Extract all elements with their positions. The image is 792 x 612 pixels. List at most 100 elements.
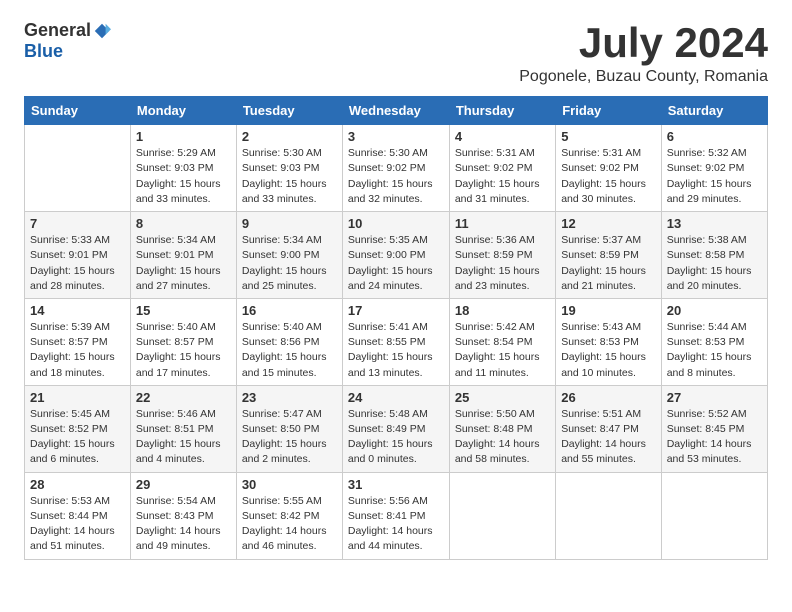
day-number: 25 bbox=[455, 390, 550, 405]
day-info: Sunrise: 5:33 AM Sunset: 9:01 PM Dayligh… bbox=[30, 233, 125, 294]
day-number: 26 bbox=[561, 390, 656, 405]
calendar-cell: 8 Sunrise: 5:34 AM Sunset: 9:01 PM Daylig… bbox=[130, 212, 236, 299]
day-info: Sunrise: 5:32 AM Sunset: 9:02 PM Dayligh… bbox=[667, 146, 762, 207]
location-title: Pogonele, Buzau County, Romania bbox=[519, 68, 768, 86]
day-number: 5 bbox=[561, 129, 656, 144]
calendar-cell: 30Sunrise: 5:55 AM Sunset: 8:42 PM Dayli… bbox=[236, 472, 342, 559]
day-number: 11 bbox=[455, 216, 550, 231]
day-info: Sunrise: 5:40 AM Sunset: 8:56 PM Dayligh… bbox=[242, 320, 337, 381]
day-info: Sunrise: 5:30 AM Sunset: 9:03 PM Dayligh… bbox=[242, 146, 337, 207]
weekday-header: Sunday bbox=[25, 97, 131, 125]
day-info: Sunrise: 5:39 AM Sunset: 8:57 PM Dayligh… bbox=[30, 320, 125, 381]
day-number: 10 bbox=[348, 216, 444, 231]
weekday-header: Wednesday bbox=[342, 97, 449, 125]
day-number: 17 bbox=[348, 303, 444, 318]
calendar-cell: 26 Sunrise: 5:51 AM Sunset: 8:47 PM Dayli… bbox=[556, 385, 662, 472]
day-info: Sunrise: 5:34 AM Sunset: 9:01 PM Dayligh… bbox=[136, 233, 231, 294]
calendar-cell: 12Sunrise: 5:37 AM Sunset: 8:59 PM Dayli… bbox=[556, 212, 662, 299]
day-number: 1 bbox=[136, 129, 231, 144]
day-number: 2 bbox=[242, 129, 337, 144]
calendar-cell: 3 Sunrise: 5:30 AM Sunset: 9:02 PM Daylig… bbox=[342, 125, 449, 212]
calendar-cell: 25 Sunrise: 5:50 AM Sunset: 8:48 PM Dayli… bbox=[449, 385, 555, 472]
day-info: Sunrise: 5:47 AM Sunset: 8:50 PM Dayligh… bbox=[242, 407, 337, 468]
calendar-cell: 13Sunrise: 5:38 AM Sunset: 8:58 PM Dayli… bbox=[661, 212, 767, 299]
page-header: General Blue July 2024 Pogonele, Buzau C… bbox=[24, 20, 768, 86]
calendar-cell: 2 Sunrise: 5:30 AM Sunset: 9:03 PM Daylig… bbox=[236, 125, 342, 212]
calendar-cell: 4 Sunrise: 5:31 AM Sunset: 9:02 PM Daylig… bbox=[449, 125, 555, 212]
day-number: 19 bbox=[561, 303, 656, 318]
logo: General Blue bbox=[24, 20, 111, 62]
day-number: 16 bbox=[242, 303, 337, 318]
title-block: July 2024 Pogonele, Buzau County, Romani… bbox=[519, 20, 768, 86]
calendar-cell bbox=[25, 125, 131, 212]
day-info: Sunrise: 5:31 AM Sunset: 9:02 PM Dayligh… bbox=[561, 146, 656, 207]
day-number: 24 bbox=[348, 390, 444, 405]
day-number: 9 bbox=[242, 216, 337, 231]
calendar-cell: 18 Sunrise: 5:42 AM Sunset: 8:54 PM Dayli… bbox=[449, 298, 555, 385]
weekday-header-row: SundayMondayTuesdayWednesdayThursdayFrid… bbox=[25, 97, 768, 125]
day-info: Sunrise: 5:34 AM Sunset: 9:00 PM Dayligh… bbox=[242, 233, 337, 294]
day-number: 31 bbox=[348, 477, 444, 492]
calendar-cell: 5 Sunrise: 5:31 AM Sunset: 9:02 PM Daylig… bbox=[556, 125, 662, 212]
logo-icon bbox=[93, 22, 111, 40]
day-info: Sunrise: 5:56 AM Sunset: 8:41 PM Dayligh… bbox=[348, 494, 444, 555]
day-number: 12 bbox=[561, 216, 656, 231]
calendar-cell: 17 Sunrise: 5:41 AM Sunset: 8:55 PM Dayli… bbox=[342, 298, 449, 385]
calendar-cell bbox=[449, 472, 555, 559]
calendar-week-row: 21Sunrise: 5:45 AM Sunset: 8:52 PM Dayli… bbox=[25, 385, 768, 472]
day-info: Sunrise: 5:29 AM Sunset: 9:03 PM Dayligh… bbox=[136, 146, 231, 207]
day-info: Sunrise: 5:42 AM Sunset: 8:54 PM Dayligh… bbox=[455, 320, 550, 381]
calendar-cell: 15Sunrise: 5:40 AM Sunset: 8:57 PM Dayli… bbox=[130, 298, 236, 385]
calendar-cell: 6 Sunrise: 5:32 AM Sunset: 9:02 PM Daylig… bbox=[661, 125, 767, 212]
calendar-cell: 10Sunrise: 5:35 AM Sunset: 9:00 PM Dayli… bbox=[342, 212, 449, 299]
calendar-cell bbox=[661, 472, 767, 559]
month-title: July 2024 bbox=[519, 20, 768, 66]
day-info: Sunrise: 5:45 AM Sunset: 8:52 PM Dayligh… bbox=[30, 407, 125, 468]
logo-general-text: General bbox=[24, 20, 91, 41]
calendar-cell: 27Sunrise: 5:52 AM Sunset: 8:45 PM Dayli… bbox=[661, 385, 767, 472]
calendar-week-row: 7 Sunrise: 5:33 AM Sunset: 9:01 PM Daylig… bbox=[25, 212, 768, 299]
calendar-cell: 31 Sunrise: 5:56 AM Sunset: 8:41 PM Dayli… bbox=[342, 472, 449, 559]
day-info: Sunrise: 5:41 AM Sunset: 8:55 PM Dayligh… bbox=[348, 320, 444, 381]
day-number: 29 bbox=[136, 477, 231, 492]
calendar-cell: 7 Sunrise: 5:33 AM Sunset: 9:01 PM Daylig… bbox=[25, 212, 131, 299]
calendar-cell: 20 Sunrise: 5:44 AM Sunset: 8:53 PM Dayli… bbox=[661, 298, 767, 385]
day-info: Sunrise: 5:48 AM Sunset: 8:49 PM Dayligh… bbox=[348, 407, 444, 468]
day-number: 20 bbox=[667, 303, 762, 318]
calendar-cell: 1 Sunrise: 5:29 AM Sunset: 9:03 PM Daylig… bbox=[130, 125, 236, 212]
day-number: 23 bbox=[242, 390, 337, 405]
day-number: 14 bbox=[30, 303, 125, 318]
calendar-cell: 16 Sunrise: 5:40 AM Sunset: 8:56 PM Dayli… bbox=[236, 298, 342, 385]
day-number: 4 bbox=[455, 129, 550, 144]
day-number: 22 bbox=[136, 390, 231, 405]
weekday-header: Saturday bbox=[661, 97, 767, 125]
day-number: 28 bbox=[30, 477, 125, 492]
weekday-header: Monday bbox=[130, 97, 236, 125]
day-info: Sunrise: 5:55 AM Sunset: 8:42 PM Dayligh… bbox=[242, 494, 337, 555]
day-number: 3 bbox=[348, 129, 444, 144]
weekday-header: Thursday bbox=[449, 97, 555, 125]
day-info: Sunrise: 5:54 AM Sunset: 8:43 PM Dayligh… bbox=[136, 494, 231, 555]
calendar-cell: 29 Sunrise: 5:54 AM Sunset: 8:43 PM Dayli… bbox=[130, 472, 236, 559]
day-info: Sunrise: 5:30 AM Sunset: 9:02 PM Dayligh… bbox=[348, 146, 444, 207]
day-info: Sunrise: 5:51 AM Sunset: 8:47 PM Dayligh… bbox=[561, 407, 656, 468]
calendar-table: SundayMondayTuesdayWednesdayThursdayFrid… bbox=[24, 96, 768, 559]
day-info: Sunrise: 5:43 AM Sunset: 8:53 PM Dayligh… bbox=[561, 320, 656, 381]
day-info: Sunrise: 5:44 AM Sunset: 8:53 PM Dayligh… bbox=[667, 320, 762, 381]
calendar-cell bbox=[556, 472, 662, 559]
calendar-week-row: 1 Sunrise: 5:29 AM Sunset: 9:03 PM Daylig… bbox=[25, 125, 768, 212]
day-number: 15 bbox=[136, 303, 231, 318]
day-info: Sunrise: 5:38 AM Sunset: 8:58 PM Dayligh… bbox=[667, 233, 762, 294]
calendar-cell: 21Sunrise: 5:45 AM Sunset: 8:52 PM Dayli… bbox=[25, 385, 131, 472]
day-number: 8 bbox=[136, 216, 231, 231]
day-info: Sunrise: 5:31 AM Sunset: 9:02 PM Dayligh… bbox=[455, 146, 550, 207]
day-number: 6 bbox=[667, 129, 762, 144]
calendar-cell: 9 Sunrise: 5:34 AM Sunset: 9:00 PM Daylig… bbox=[236, 212, 342, 299]
day-number: 18 bbox=[455, 303, 550, 318]
calendar-cell: 19 Sunrise: 5:43 AM Sunset: 8:53 PM Dayli… bbox=[556, 298, 662, 385]
calendar-cell: 24 Sunrise: 5:48 AM Sunset: 8:49 PM Dayli… bbox=[342, 385, 449, 472]
day-number: 7 bbox=[30, 216, 125, 231]
calendar-week-row: 14 Sunrise: 5:39 AM Sunset: 8:57 PM Dayli… bbox=[25, 298, 768, 385]
calendar-cell: 22Sunrise: 5:46 AM Sunset: 8:51 PM Dayli… bbox=[130, 385, 236, 472]
day-info: Sunrise: 5:50 AM Sunset: 8:48 PM Dayligh… bbox=[455, 407, 550, 468]
